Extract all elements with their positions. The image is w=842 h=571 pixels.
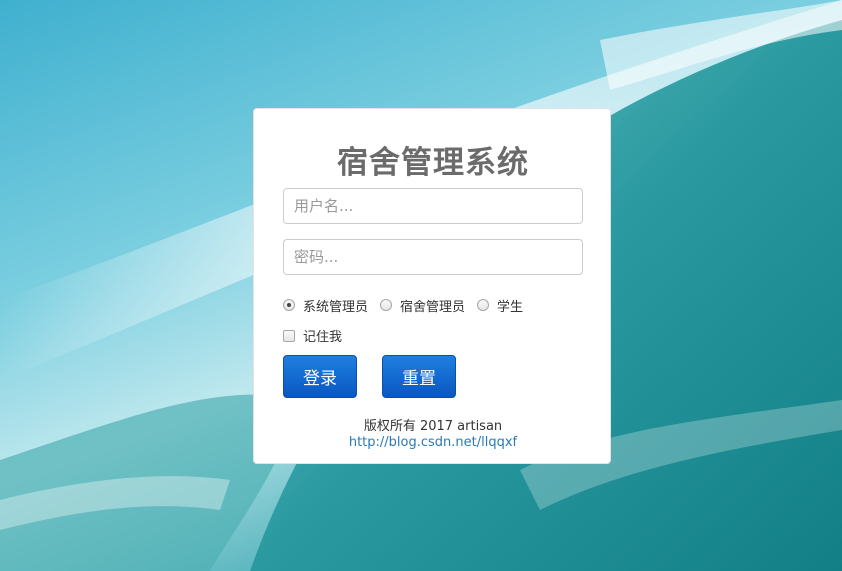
remember-me[interactable]: 记住我 xyxy=(283,326,342,345)
role-option-system-admin[interactable]: 系统管理员 xyxy=(283,296,368,315)
role-label: 系统管理员 xyxy=(303,299,369,315)
login-button[interactable]: 登录 xyxy=(283,355,357,398)
remember-me-label: 记住我 xyxy=(303,330,343,345)
radio-button[interactable] xyxy=(380,299,393,311)
login-card: 宿舍管理系统 系统管理员 宿舍管理员 学生 记住我 登录 重置 版权所有 201… xyxy=(253,108,611,464)
page-title: 宿舍管理系统 xyxy=(337,145,529,181)
radio-button-checked[interactable] xyxy=(283,299,295,311)
username-input[interactable] xyxy=(283,188,583,224)
role-option-student[interactable]: 学生 xyxy=(477,296,523,315)
role-option-dorm-admin[interactable]: 宿舍管理员 xyxy=(380,296,465,315)
copyright-text: 版权所有 2017 artisan xyxy=(363,419,503,434)
role-radio-group: 系统管理员 宿舍管理员 学生 xyxy=(283,296,535,315)
remember-me-checkbox[interactable] xyxy=(283,329,295,342)
reset-button[interactable]: 重置 xyxy=(382,355,456,398)
password-input[interactable] xyxy=(283,239,583,275)
blog-link[interactable]: http://blog.csdn.net/llqqxf xyxy=(254,435,612,450)
role-label: 宿舍管理员 xyxy=(400,299,466,315)
radio-button[interactable] xyxy=(477,299,490,311)
role-label: 学生 xyxy=(497,299,524,315)
